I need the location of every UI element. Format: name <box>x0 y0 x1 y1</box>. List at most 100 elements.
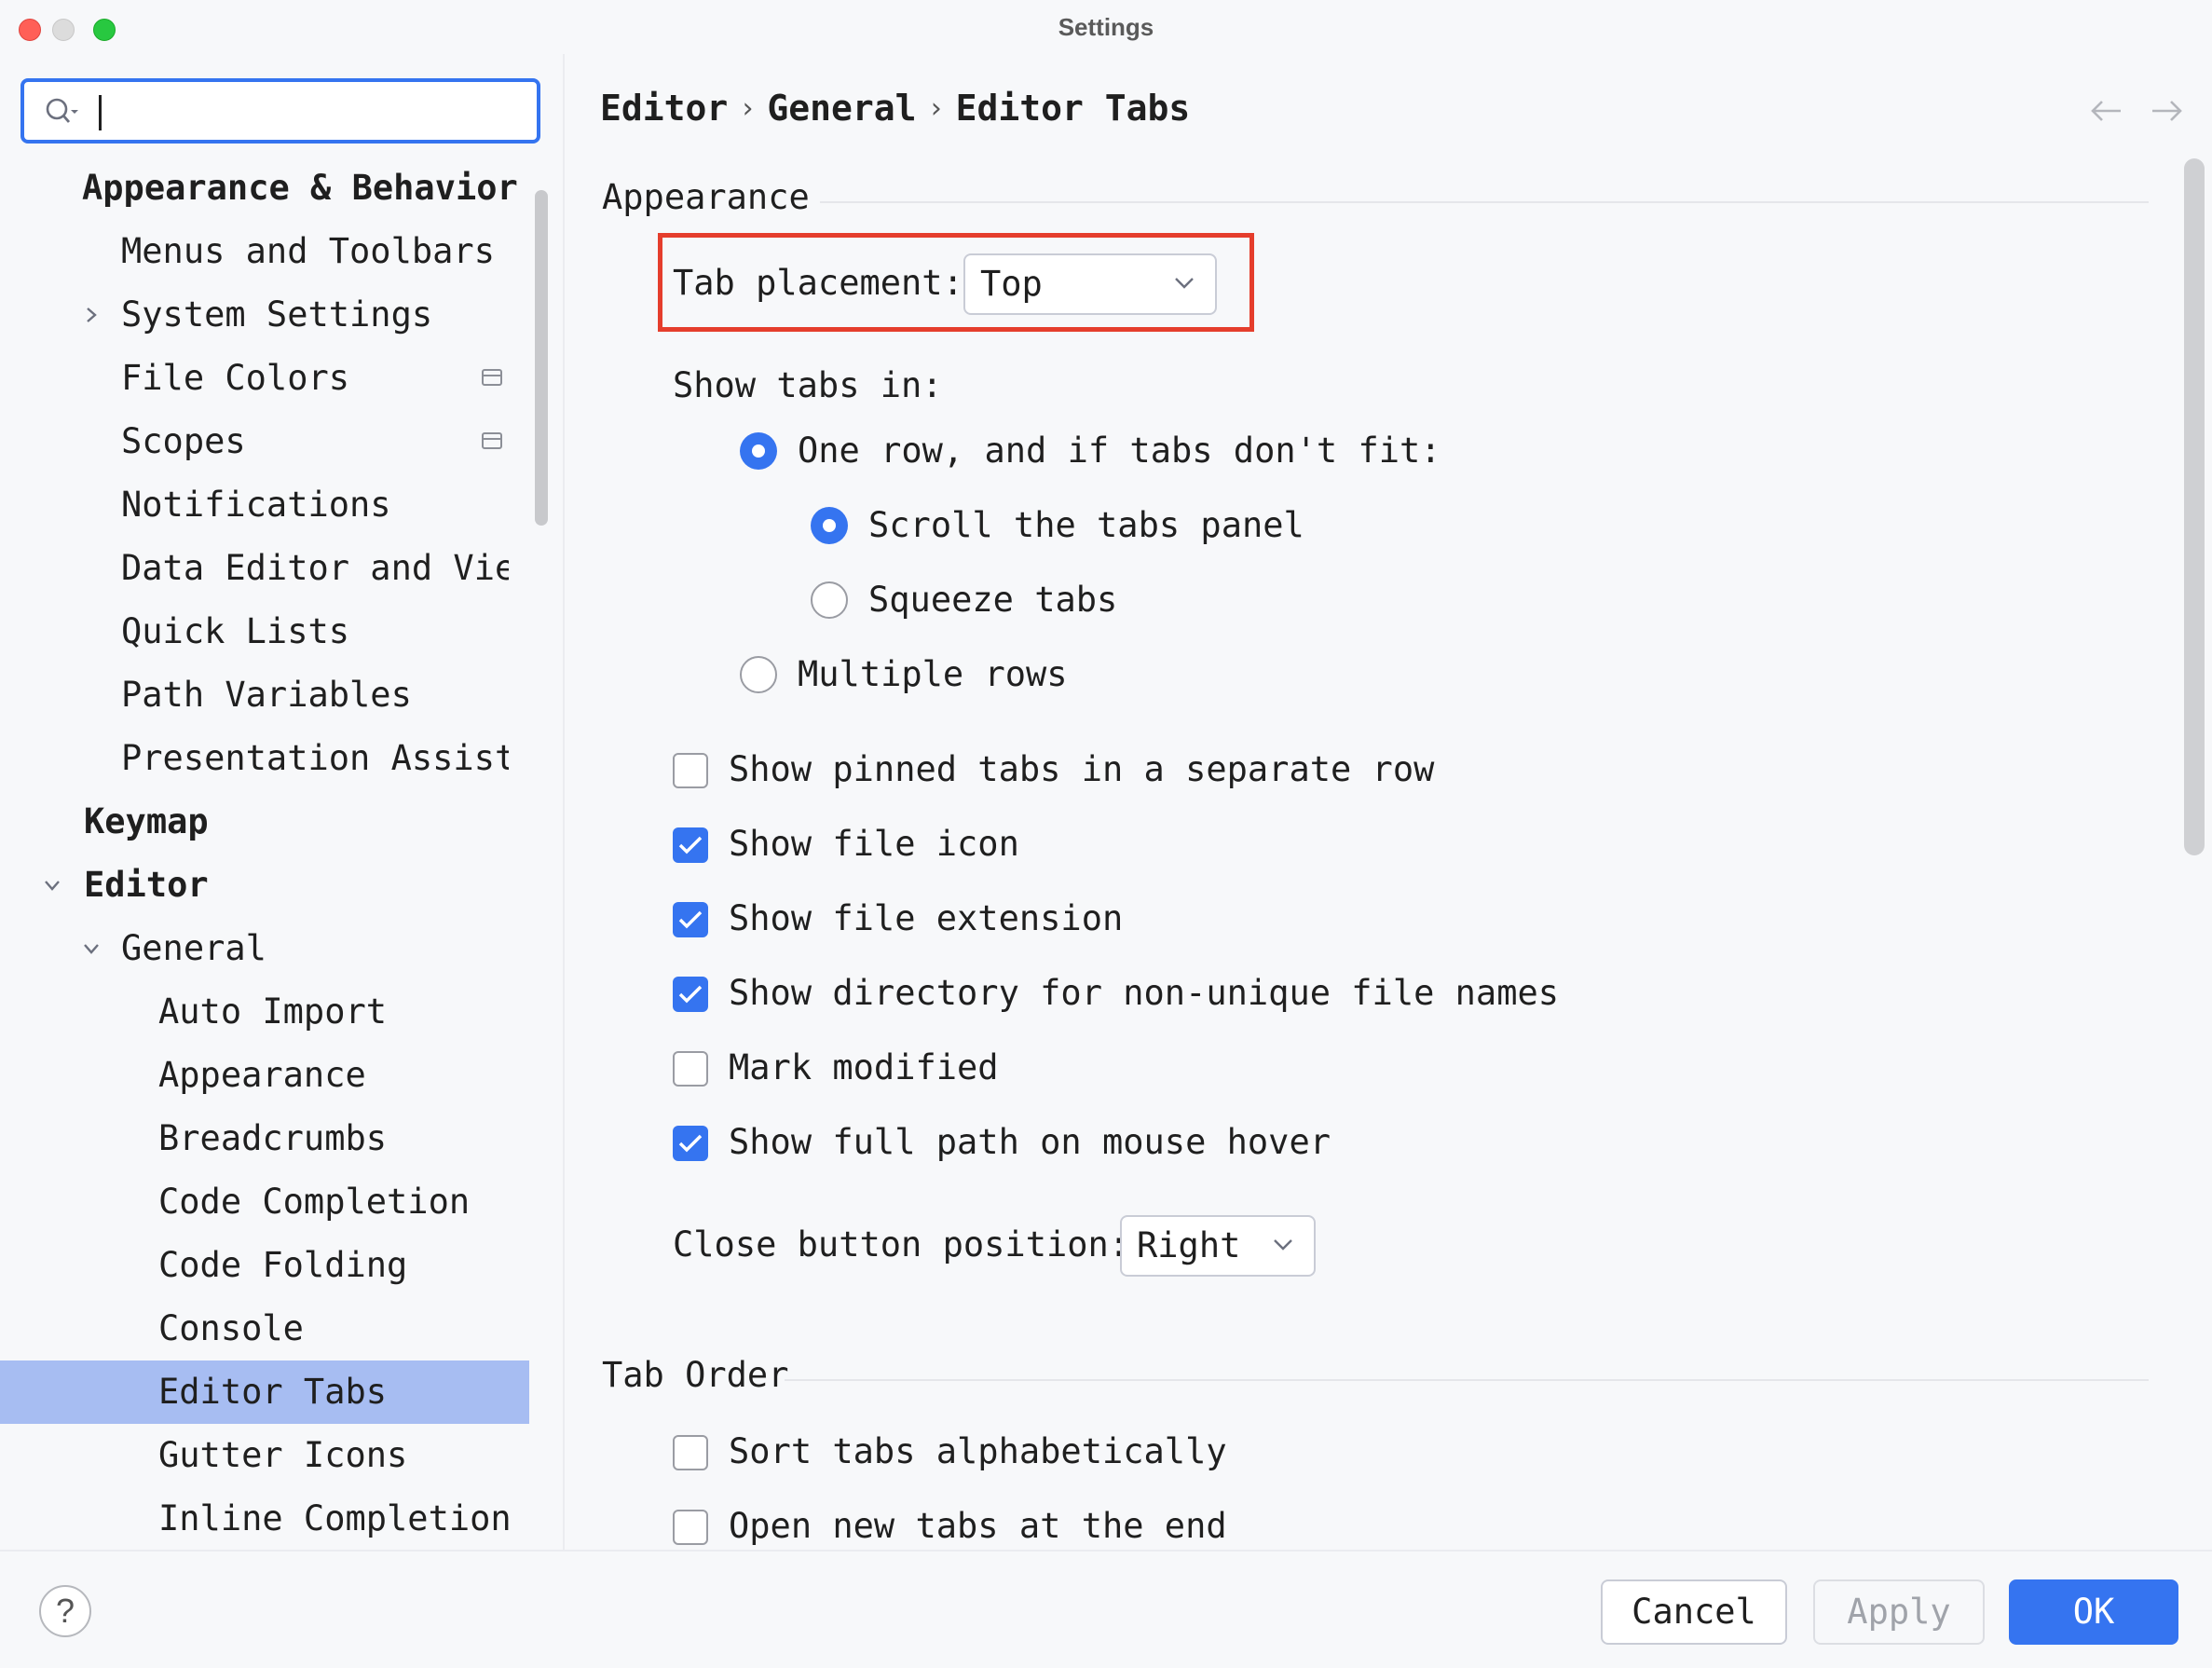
tree-item-editor-tabs[interactable]: Editor Tabs <box>0 1360 529 1424</box>
sidebar-scrollbar[interactable] <box>535 190 548 526</box>
tree-item-appearance[interactable]: Appearance <box>0 1044 529 1107</box>
mark-modified-checkbox[interactable] <box>673 1051 708 1087</box>
cancel-button[interactable]: Cancel <box>1601 1579 1787 1645</box>
tree-item-editor[interactable]: Editor <box>0 854 529 917</box>
tree-item-breadcrumbs[interactable]: Breadcrumbs <box>0 1107 529 1170</box>
section-divider <box>785 1379 2149 1381</box>
tree-item-notifications[interactable]: Notifications <box>0 473 529 537</box>
show-directory-label[interactable]: Show directory for non-unique file names <box>729 973 1559 1013</box>
text-cursor <box>99 95 102 130</box>
tab-placement-select[interactable]: Top <box>963 253 1217 315</box>
tree-item-path-variables[interactable]: Path Variables <box>0 663 529 727</box>
close-button-position-value: Right <box>1137 1225 1241 1265</box>
tree-item-label: Editor <box>84 865 209 905</box>
show-file-extension-label[interactable]: Show file extension <box>729 898 1123 938</box>
chevron-down-icon[interactable] <box>43 876 61 895</box>
tree-item-label: Path Variables <box>121 675 412 715</box>
breadcrumb-item[interactable]: Editor <box>600 88 728 129</box>
tree-item-file-colors[interactable]: File Colors <box>0 347 529 410</box>
tree-item-label: Inline Completion <box>158 1498 512 1538</box>
squeeze-tabs-radio[interactable] <box>811 581 848 619</box>
checkmark-icon <box>678 836 703 855</box>
show-pinned-tabs-checkbox[interactable] <box>673 753 708 788</box>
section-divider <box>820 201 2149 203</box>
search-input[interactable] <box>20 78 540 144</box>
tree-item-label: Data Editor and View <box>121 548 509 588</box>
tree-item-auto-import[interactable]: Auto Import <box>0 980 529 1044</box>
checkmark-icon <box>678 1134 703 1153</box>
tree-item-console[interactable]: Console <box>0 1297 529 1360</box>
breadcrumb-separator: › <box>739 92 757 125</box>
tree-item-label: Menus and Toolbars <box>121 231 495 271</box>
close-button-position-select[interactable]: Right <box>1120 1215 1316 1277</box>
ok-button[interactable]: OK <box>2009 1579 2178 1645</box>
tree-item-inline-completion[interactable]: Inline Completion <box>0 1487 529 1551</box>
tree-item-label: Scopes <box>121 421 246 461</box>
checkmark-icon <box>678 985 703 1004</box>
sort-tabs-alphabetically-label[interactable]: Sort tabs alphabetically <box>729 1431 1227 1471</box>
tree-item-data-editor[interactable]: Data Editor and View <box>0 537 509 600</box>
show-directory-checkbox[interactable] <box>673 977 708 1012</box>
project-scope-icon <box>482 369 502 386</box>
show-file-icon-checkbox[interactable] <box>673 827 708 863</box>
tree-item-general[interactable]: General <box>0 917 529 980</box>
tree-item-label: Appearance & Behavior <box>82 168 518 208</box>
window-title: Settings <box>1058 13 1154 41</box>
tree-item-label: Auto Import <box>158 991 388 1032</box>
tree-item-appearance-behavior[interactable]: Appearance & Behavior <box>0 157 529 220</box>
breadcrumb-item: Editor Tabs <box>955 88 1191 129</box>
tab-placement-value: Top <box>980 264 1043 304</box>
project-scope-icon <box>482 432 502 449</box>
show-full-path-label[interactable]: Show full path on mouse hover <box>729 1122 1331 1162</box>
tree-item-code-folding[interactable]: Code Folding <box>0 1234 529 1297</box>
back-arrow-icon[interactable] <box>2087 97 2124 125</box>
tree-item-menus-toolbars[interactable]: Menus and Toolbars <box>0 220 529 283</box>
scroll-tabs-panel-label[interactable]: Scroll the tabs panel <box>868 505 1304 545</box>
settings-sidebar: Appearance & Behavior Menus and Toolbars… <box>0 54 565 1550</box>
one-row-radio[interactable] <box>740 432 777 470</box>
help-button[interactable]: ? <box>39 1585 91 1637</box>
checkmark-icon <box>678 910 703 929</box>
tree-item-system-settings[interactable]: System Settings <box>0 283 529 347</box>
squeeze-tabs-label[interactable]: Squeeze tabs <box>868 580 1117 620</box>
breadcrumb-item[interactable]: General <box>767 88 916 129</box>
tree-item-keymap[interactable]: Keymap <box>0 790 529 854</box>
tree-item-label: Keymap <box>84 801 209 841</box>
tree-item-scopes[interactable]: Scopes <box>0 410 529 473</box>
tab-placement-label: Tab placement: <box>673 263 963 303</box>
multiple-rows-label[interactable]: Multiple rows <box>798 654 1068 694</box>
tree-item-presentation-assistant[interactable]: Presentation Assistant <box>0 727 509 790</box>
tree-item-label: Code Folding <box>158 1245 408 1285</box>
scroll-tabs-panel-radio[interactable] <box>811 507 848 544</box>
tree-item-label: Breadcrumbs <box>158 1118 388 1158</box>
tree-item-label: General <box>121 928 266 968</box>
tree-item-label: Editor Tabs <box>158 1372 388 1412</box>
show-file-icon-label[interactable]: Show file icon <box>729 824 1019 864</box>
chevron-down-icon <box>1175 278 1194 289</box>
settings-window: Settings Appearance & Behavior Menus and… <box>0 0 2212 1668</box>
tree-item-label: Appearance <box>158 1055 366 1095</box>
sort-tabs-alphabetically-checkbox[interactable] <box>673 1435 708 1470</box>
tree-item-label: Presentation Assistant <box>121 738 509 778</box>
tree-item-quick-lists[interactable]: Quick Lists <box>0 600 529 663</box>
apply-button[interactable]: Apply <box>1813 1579 1985 1645</box>
chevron-down-icon <box>1274 1239 1292 1251</box>
forward-arrow-icon[interactable] <box>2149 97 2186 125</box>
content-scrollbar[interactable] <box>2184 158 2205 855</box>
mark-modified-label[interactable]: Mark modified <box>729 1047 999 1087</box>
show-pinned-tabs-label[interactable]: Show pinned tabs in a separate row <box>729 749 1434 789</box>
tree-item-gutter-icons[interactable]: Gutter Icons <box>0 1424 529 1487</box>
show-full-path-checkbox[interactable] <box>673 1126 708 1161</box>
tree-item-code-completion[interactable]: Code Completion <box>0 1170 529 1234</box>
open-new-tabs-at-end-label[interactable]: Open new tabs at the end <box>729 1506 1227 1546</box>
title-bar: Settings <box>0 0 2212 54</box>
one-row-label[interactable]: One row, and if tabs don't fit: <box>798 431 1441 471</box>
chevron-right-icon[interactable] <box>82 306 101 324</box>
tree-item-label: Gutter Icons <box>158 1435 408 1475</box>
show-file-extension-checkbox[interactable] <box>673 902 708 937</box>
chevron-down-icon[interactable] <box>82 939 101 958</box>
breadcrumb-separator: › <box>927 92 945 125</box>
multiple-rows-radio[interactable] <box>740 656 777 693</box>
open-new-tabs-at-end-checkbox[interactable] <box>673 1510 708 1545</box>
show-tabs-in-label: Show tabs in: <box>673 365 943 405</box>
